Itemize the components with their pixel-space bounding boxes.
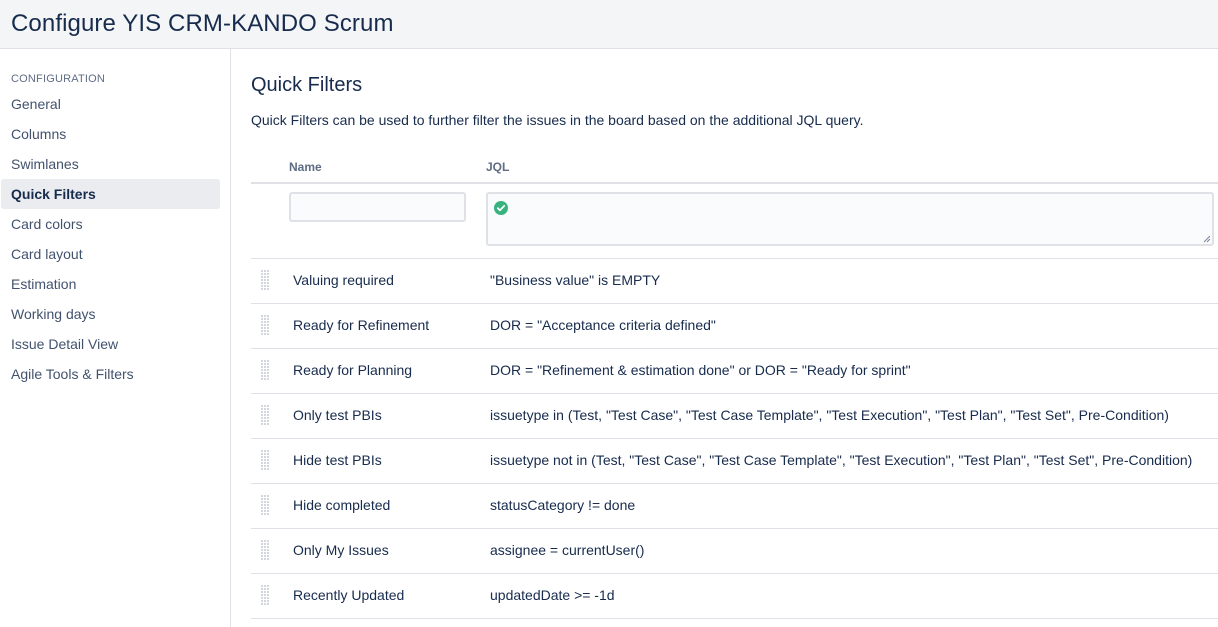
drag-handle-icon[interactable] [260,404,270,426]
new-filter-name-input[interactable] [289,192,466,222]
main-content: Quick Filters Quick Filters can be used … [251,49,1218,627]
new-filter-jql-input[interactable] [486,192,1214,246]
sidebar-item-quick-filters[interactable]: Quick Filters [1,179,220,209]
filter-jql[interactable]: "Business value" is EMPTY [490,272,660,288]
table-bottom-divider [251,618,1218,619]
sidebar-item-working-days[interactable]: Working days [1,299,220,329]
sidebar-section-label: CONFIGURATION [11,73,106,85]
filter-name[interactable]: Hide completed [293,497,390,513]
valid-check-icon [494,201,508,215]
table-row[interactable]: Only test PBIs issuetype in (Test, "Test… [251,393,1218,438]
drag-handle-icon[interactable] [260,314,270,336]
section-title: Quick Filters [251,74,363,96]
filter-jql[interactable]: issuetype not in (Test, "Test Case", "Te… [490,452,1192,468]
sidebar-item-agile-tools-filters[interactable]: Agile Tools & Filters [1,359,220,389]
table-row[interactable]: Hide test PBIs issuetype not in (Test, "… [251,438,1218,483]
page-header: Configure YIS CRM-KANDO Scrum [0,0,1218,49]
filter-name[interactable]: Ready for Planning [293,362,412,378]
resize-handle-icon[interactable] [1203,235,1211,243]
filter-jql[interactable]: DOR = "Acceptance criteria defined" [490,317,716,333]
filter-jql[interactable]: updatedDate >= -1d [490,587,615,603]
filter-jql[interactable]: DOR = "Refinement & estimation done" or … [490,362,911,378]
table-row[interactable]: Recently Updated updatedDate >= -1d [251,573,1218,618]
drag-handle-icon[interactable] [260,494,270,516]
sidebar-item-columns[interactable]: Columns [1,119,220,149]
table-row[interactable]: Only My Issues assignee = currentUser() [251,528,1218,573]
table-row[interactable]: Ready for Planning DOR = "Refinement & e… [251,348,1218,393]
drag-handle-icon[interactable] [260,584,270,606]
header-divider [251,182,1218,184]
table-row[interactable]: Valuing required "Business value" is EMP… [251,258,1218,303]
filter-jql[interactable]: issuetype in (Test, "Test Case", "Test C… [490,407,1169,423]
filter-jql[interactable]: statusCategory != done [490,497,635,513]
drag-handle-icon[interactable] [260,269,270,291]
filter-name[interactable]: Valuing required [293,272,394,288]
filter-name[interactable]: Recently Updated [293,587,404,603]
drag-handle-icon[interactable] [260,449,270,471]
sidebar-item-estimation[interactable]: Estimation [1,269,220,299]
filter-name[interactable]: Only My Issues [293,542,389,558]
sidebar-item-card-layout[interactable]: Card layout [1,239,220,269]
sidebar-item-general[interactable]: General [1,89,220,119]
section-description: Quick Filters can be used to further fil… [251,112,864,128]
drag-handle-icon[interactable] [260,359,270,381]
page-title: Configure YIS CRM-KANDO Scrum [11,10,394,37]
sidebar: CONFIGURATION General Columns Swimlanes … [0,49,231,627]
sidebar-item-swimlanes[interactable]: Swimlanes [1,149,220,179]
filter-name[interactable]: Hide test PBIs [293,452,382,468]
column-header-jql: JQL [486,160,510,174]
table-row[interactable]: Ready for Refinement DOR = "Acceptance c… [251,303,1218,348]
table-row[interactable]: Hide completed statusCategory != done [251,483,1218,528]
drag-handle-icon[interactable] [260,539,270,561]
filter-name[interactable]: Only test PBIs [293,407,382,423]
filter-jql[interactable]: assignee = currentUser() [490,542,644,558]
sidebar-item-card-colors[interactable]: Card colors [1,209,220,239]
column-header-name: Name [289,160,322,174]
sidebar-item-issue-detail-view[interactable]: Issue Detail View [1,329,220,359]
filter-name[interactable]: Ready for Refinement [293,317,429,333]
